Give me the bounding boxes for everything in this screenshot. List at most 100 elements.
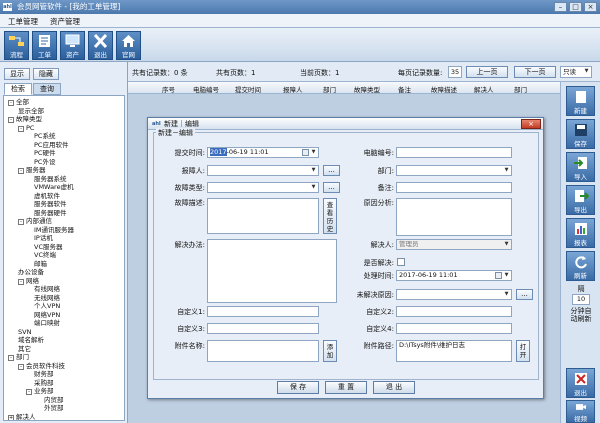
tree-node[interactable]: SVN [18,328,31,336]
tree-node[interactable]: 显示全部 [18,107,44,115]
tree-node[interactable]: PC应用软件 [34,141,68,149]
ticket-button[interactable]: 工单 [32,31,57,60]
collapse-icon[interactable]: - [18,168,24,174]
tree-node[interactable]: - 业务部 [26,387,54,395]
menu-ticket[interactable]: 工单管理 [8,16,38,27]
tree-node[interactable]: - 部门 [8,353,29,361]
asset-button[interactable]: 资产 [60,31,85,60]
collapse-icon[interactable]: - [18,363,24,370]
collapse-icon[interactable]: - [26,389,32,395]
solution-textarea[interactable] [207,239,337,303]
filter-select[interactable]: 只读 ▼ [560,66,592,78]
tree-node[interactable]: 办公设备 [18,268,44,276]
tree-node[interactable]: 无线网络 [34,294,60,302]
resolver-select[interactable]: 管理员 ▼ [396,239,512,250]
handle-time-input[interactable]: 2017-06-19 11:01 ▼ [396,270,512,281]
tree-node[interactable]: 其它 [18,345,31,353]
col-header[interactable]: 备注 [398,84,411,94]
tree-node[interactable]: - 内部通信 [18,217,52,225]
hide-button[interactable]: 隐藏 [33,68,59,80]
collapse-icon[interactable]: - [18,125,24,132]
tree-node[interactable]: 端口映射 [34,319,60,327]
expand-icon[interactable]: + [8,414,14,420]
flow-button[interactable]: 流程 [4,31,29,60]
col-header[interactable]: 解决人 [474,84,494,94]
minimize-button[interactable]: – [554,2,567,12]
tree-node[interactable]: - 全部 [8,98,29,106]
col-header[interactable]: 报障人 [283,84,303,94]
tree-node[interactable]: 虚机软件 [34,192,60,200]
custom3-input[interactable] [207,323,319,334]
col-header[interactable]: 电脑编号 [193,84,219,94]
tab-query[interactable]: 查询 [33,83,61,95]
tree-node[interactable]: 服务器软件 [34,200,67,208]
unresolved-reason-browse-button[interactable]: ... [516,289,533,300]
attachment-input[interactable] [207,340,319,362]
tree-node[interactable]: VC终端 [34,251,56,259]
col-header[interactable]: 部门 [514,84,527,94]
report-button[interactable]: 报表 [566,218,595,248]
tree-node[interactable]: IP话机 [34,234,53,242]
col-header[interactable]: 故障描述 [431,84,457,94]
tree-node[interactable]: + 解决人 [8,413,36,420]
tree-node[interactable]: - 网络 [18,277,39,285]
prev-page-button[interactable]: 上一页 [466,66,508,78]
pc-no-input[interactable] [396,147,512,158]
per-page-input[interactable]: 35 [448,66,462,78]
interval-input[interactable]: 10 [572,294,590,305]
tree-node[interactable]: 域名解析 [18,336,44,344]
unresolved-reason-select[interactable]: ▼ [396,289,512,300]
close-button[interactable]: × [584,2,597,12]
col-header[interactable]: 部门 [323,84,336,94]
col-header[interactable]: 提交时间 [235,84,261,94]
quit-button[interactable]: 退出 [566,368,595,398]
collapse-icon[interactable]: - [8,100,14,106]
cause-textarea[interactable] [396,198,512,236]
tree-node[interactable]: 网络VPN [34,311,60,319]
tree-node[interactable]: 内贸部 [44,396,64,404]
collapse-icon[interactable]: - [8,355,14,361]
save-button[interactable]: 保存 [566,119,595,149]
website-button[interactable]: 官网 [116,31,141,60]
collapse-icon[interactable]: - [18,219,24,225]
menu-asset[interactable]: 资产管理 [50,16,80,27]
collapse-icon[interactable]: - [8,117,14,123]
dialog-exit-button[interactable]: 退 出 [373,381,415,394]
view-history-button[interactable]: 查看历史 [323,198,337,234]
tab-search[interactable]: 检索 [4,83,32,95]
tree-node[interactable]: - 故障类型 [8,115,42,123]
open-attachment-button[interactable]: 打开 [516,340,530,362]
reporter-select[interactable]: ▼ [207,165,319,176]
submit-time-input[interactable]: 2017-06-19 11:01 ▼ [207,147,319,158]
tree-node[interactable]: - 服务器 [18,166,46,174]
tree-node[interactable]: PC系统 [34,132,55,140]
col-header[interactable]: 故障类型 [354,84,380,94]
fault-type-select[interactable]: ▼ [207,182,319,193]
tree-node[interactable]: 采购部 [34,379,54,387]
import-button[interactable]: 导入 [566,152,595,182]
custom2-input[interactable] [396,306,512,317]
next-page-button[interactable]: 下一页 [514,66,556,78]
fault-desc-textarea[interactable] [207,198,319,234]
tree-node[interactable]: VMWare虚机 [34,183,74,191]
dialog-close-button[interactable]: × [521,119,541,129]
resolved-checkbox[interactable] [397,258,405,266]
tree-node[interactable]: PC硬件 [34,149,55,157]
tree-node[interactable]: 服务器系统 [34,175,67,183]
tree-node[interactable]: - 会员软件科技 [18,362,65,370]
dept-select[interactable]: ▼ [396,165,512,176]
tree-node[interactable]: IM通讯服务器 [34,226,74,234]
tree-node[interactable]: 邮箱 [34,260,47,268]
tree-node[interactable]: 财务部 [34,370,54,378]
tree-node[interactable]: 外贸部 [44,404,64,412]
attach-path-input[interactable]: D:\ITsys附件\维护日志 [396,340,512,362]
dialog-save-button[interactable]: 保 存 [277,381,319,394]
tree-node[interactable]: VC服务器 [34,243,63,251]
export-button[interactable]: 导出 [566,185,595,215]
exit-button[interactable]: 退出 [88,31,113,60]
fault-type-browse-button[interactable]: ... [323,182,340,193]
maximize-button[interactable]: □ [569,2,582,12]
tree-node[interactable]: - PC [18,124,34,132]
tree-node[interactable]: 有线网络 [34,285,60,293]
collapse-icon[interactable]: - [18,278,24,285]
